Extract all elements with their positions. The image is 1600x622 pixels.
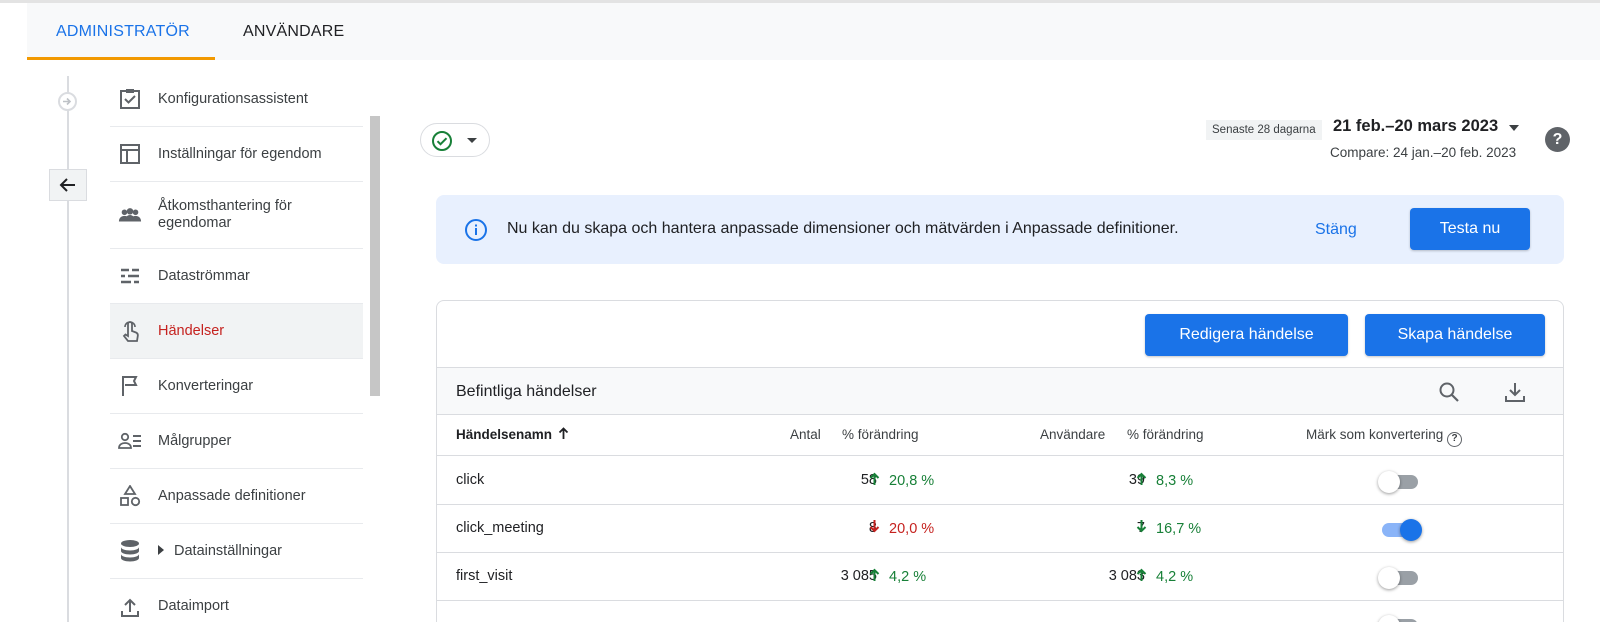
active-tab-indicator xyxy=(27,57,215,60)
download-icon[interactable] xyxy=(1503,380,1527,409)
column-header-change[interactable]: % förändring xyxy=(1127,427,1204,442)
arrow-left-icon xyxy=(59,178,75,192)
sidebar-item-label: Konfigurationsassistent xyxy=(158,90,308,107)
help-outline-icon[interactable]: ? xyxy=(1447,432,1463,447)
sidebar-item-label: Målgrupper xyxy=(158,432,232,449)
event-name: click_meeting xyxy=(456,520,544,536)
sidebar-item-label: Dataimport xyxy=(158,598,229,614)
column-header-count[interactable]: Antal xyxy=(790,427,821,442)
info-icon xyxy=(464,218,488,247)
date-dropdown-icon[interactable] xyxy=(1509,125,1519,131)
arrow-up-icon xyxy=(869,472,885,489)
flag-icon xyxy=(118,374,142,398)
edit-event-button[interactable]: Redigera händelse xyxy=(1145,314,1348,356)
count-change: 20,8 % xyxy=(869,472,934,489)
date-compare-text: Compare: 24 jan.–20 feb. 2023 xyxy=(1330,145,1517,160)
people-icon xyxy=(118,203,142,227)
try-now-button[interactable]: Testa nu xyxy=(1410,208,1530,250)
table-toolbar: Befintliga händelser xyxy=(437,367,1563,415)
conversion-toggle[interactable] xyxy=(1378,567,1422,589)
banner-message: Nu kan du skapa och hantera anpassade di… xyxy=(507,220,1179,237)
tab-administrator[interactable]: ADMINISTRATÖR xyxy=(56,23,190,41)
date-preset-badge: Senaste 28 dagarna xyxy=(1206,120,1322,140)
date-range-picker[interactable]: 21 feb.–20 mars 2023 xyxy=(1333,117,1498,136)
table-row: click 58 20,8 % 39 8,3 % xyxy=(437,456,1563,505)
banner-close-button[interactable]: Stäng xyxy=(1315,221,1357,239)
column-header-users[interactable]: Användare xyxy=(1040,427,1105,442)
table-row-partial xyxy=(437,600,1563,622)
column-header-event-name[interactable]: Händelsenamn xyxy=(456,427,569,442)
sidebar-item-conversions[interactable]: Konverteringar xyxy=(110,359,363,414)
admin-tabs-bar: ADMINISTRATÖR ANVÄNDARE xyxy=(27,3,1600,60)
sidebar-scrollbar[interactable] xyxy=(370,116,380,396)
arrow-up-icon xyxy=(869,568,885,585)
tab-users[interactable]: ANVÄNDARE xyxy=(243,23,344,41)
streams-icon xyxy=(118,264,142,288)
column-header-mark-conversion: Märk som konvertering ? xyxy=(1306,427,1463,447)
conversion-toggle[interactable] xyxy=(1378,471,1422,493)
touch-icon xyxy=(118,319,142,343)
timeline-line xyxy=(67,76,69,622)
count-change: 4,2 % xyxy=(869,568,926,585)
conversion-toggle[interactable] xyxy=(1378,519,1422,541)
shapes-icon xyxy=(118,484,142,508)
check-circle-icon xyxy=(431,130,453,157)
sidebar-item-access-management[interactable]: Åtkomsthantering för egendomar xyxy=(110,182,363,249)
sidebar-item-label: Inställningar för egendom xyxy=(158,145,322,162)
conversion-toggle[interactable] xyxy=(1378,615,1422,622)
users-change: 4,2 % xyxy=(1136,568,1193,585)
sidebar-item-label: Konverteringar xyxy=(158,377,254,394)
sidebar-item-property-settings[interactable]: Inställningar för egendom xyxy=(110,127,363,182)
sidebar-item-data-settings[interactable]: Datainställningar xyxy=(110,524,363,579)
arrow-down-icon xyxy=(869,520,885,537)
count-change: 20,0 % xyxy=(869,520,934,537)
sidebar-item-audiences[interactable]: Målgrupper xyxy=(110,414,363,469)
audience-icon xyxy=(118,429,142,453)
upload-icon xyxy=(118,595,142,619)
chevron-down-icon xyxy=(467,138,477,143)
arrow-up-icon xyxy=(1136,568,1152,585)
layout-icon xyxy=(118,142,142,166)
users-change: 8,3 % xyxy=(1136,472,1193,489)
sidebar-item-label: Datainställningar xyxy=(158,543,338,560)
arrow-down-icon xyxy=(1136,520,1152,537)
database-icon xyxy=(118,539,142,563)
caret-right-icon xyxy=(158,544,164,555)
sidebar-item-label: Åtkomsthantering för egendomar xyxy=(158,198,292,231)
column-header-change[interactable]: % förändring xyxy=(842,427,919,442)
back-button[interactable] xyxy=(49,169,87,201)
table-row: first_visit 3 085 4,2 % 3 083 4,2 % xyxy=(437,552,1563,601)
create-event-button[interactable]: Skapa händelse xyxy=(1365,314,1545,356)
checklist-icon xyxy=(118,87,142,111)
sidebar-item-label: Dataströmmar xyxy=(158,267,250,284)
sidebar-item-data-streams[interactable]: Dataströmmar xyxy=(110,249,363,304)
arrow-up-icon xyxy=(1136,472,1152,489)
sidebar-item-label: Händelser xyxy=(158,322,225,339)
event-name: click xyxy=(456,472,485,488)
sidebar-item-events[interactable]: Händelser xyxy=(110,304,363,359)
search-icon[interactable] xyxy=(1437,380,1461,409)
sidebar-item-data-import[interactable]: Dataimport xyxy=(110,579,363,622)
events-card: Redigera händelse Skapa händelse Befintl… xyxy=(436,300,1564,622)
event-name: first_visit xyxy=(456,568,513,584)
admin-sidebar: Konfigurationsassistent Inställningar fö… xyxy=(110,72,363,622)
table-row: click_meeting 8 20,0 % 7 16,7 % xyxy=(437,504,1563,553)
arrow-circle-icon xyxy=(58,92,77,111)
info-banner: Nu kan du skapa och hantera anpassade di… xyxy=(436,195,1564,264)
table-title: Befintliga händelser xyxy=(456,383,597,400)
sidebar-item-label: Anpassade definitioner xyxy=(158,487,306,504)
sidebar-item-custom-definitions[interactable]: Anpassade definitioner xyxy=(110,469,363,524)
users-change: 16,7 % xyxy=(1136,520,1201,537)
sort-arrow-up-icon xyxy=(558,427,569,442)
status-filter-chip[interactable] xyxy=(420,123,490,157)
help-icon[interactable]: ? xyxy=(1545,127,1570,152)
sidebar-item-setup-assistant[interactable]: Konfigurationsassistent xyxy=(110,72,363,127)
